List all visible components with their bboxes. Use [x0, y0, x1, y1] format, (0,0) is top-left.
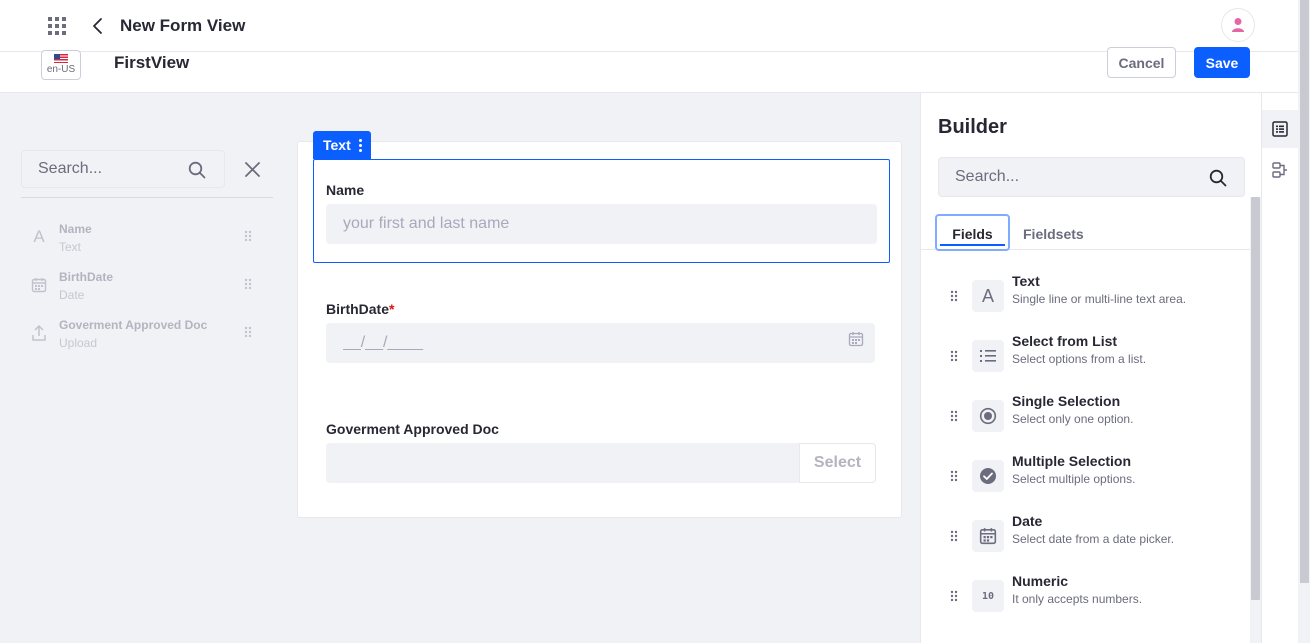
- drag-handle-icon[interactable]: [950, 470, 958, 482]
- page-title: New Form View: [120, 16, 246, 35]
- locale-selector[interactable]: en-US: [41, 50, 81, 80]
- builder-item-name: Multiple Selection: [1012, 453, 1132, 469]
- save-button[interactable]: Save: [1194, 47, 1250, 78]
- builder-scrollbar-thumb[interactable]: [1251, 197, 1260, 600]
- left-field-item-name[interactable]: A Name Text: [21, 222, 271, 262]
- builder-item-numeric[interactable]: 10 Numeric It only accepts numbers.: [921, 573, 1241, 630]
- apps-grid-icon[interactable]: [48, 17, 66, 35]
- builder-item-name: Text: [1012, 273, 1040, 289]
- drag-handle-icon[interactable]: [950, 530, 958, 542]
- text-icon: A: [972, 280, 1004, 312]
- user-icon: [1232, 18, 1244, 32]
- app-bar: New Form View: [0, 0, 1298, 52]
- builder-item-description: Select only one option.: [1012, 412, 1134, 426]
- builder-panel: Builder Fields Fieldsets A Text Single l…: [920, 93, 1261, 643]
- calendar-icon: [31, 276, 47, 294]
- builder-title: Builder: [938, 116, 1007, 138]
- left-field-item-document[interactable]: Goverment Approved Doc Upload: [21, 318, 271, 358]
- cancel-button[interactable]: Cancel: [1107, 47, 1176, 78]
- builder-search-box: [938, 157, 1245, 197]
- document-file-input[interactable]: [326, 443, 800, 483]
- search-icon[interactable]: [188, 161, 206, 179]
- builder-item-description: Single line or multi-line text area.: [1012, 292, 1187, 306]
- field-item-type: Text: [59, 240, 82, 254]
- tab-fieldsets[interactable]: Fieldsets: [1023, 226, 1084, 242]
- search-icon[interactable]: [1209, 169, 1227, 187]
- view-name[interactable]: FirstView: [114, 53, 189, 73]
- builder-item-description: It only accepts numbers.: [1012, 592, 1143, 606]
- birthdate-input[interactable]: [326, 323, 875, 363]
- avatar[interactable]: [1221, 8, 1255, 42]
- field-label-birthdate: BirthDate*: [326, 301, 395, 317]
- calendar-icon[interactable]: [848, 331, 864, 347]
- locale-label: en-US: [46, 64, 76, 75]
- tab-fields[interactable]: Fields: [935, 214, 1010, 251]
- builder-item-multiple-selection[interactable]: Multiple Selection Select multiple optio…: [921, 453, 1241, 510]
- list-icon: [972, 340, 1004, 372]
- divider: [21, 197, 273, 198]
- builder-item-description: Select multiple options.: [1012, 472, 1136, 486]
- kebab-menu-icon[interactable]: [358, 138, 362, 152]
- field-item-label: Goverment Approved Doc: [59, 318, 208, 332]
- builder-item-name: Single Selection: [1012, 393, 1121, 409]
- calendar-icon: [972, 520, 1004, 552]
- selected-field-tag[interactable]: Text: [313, 131, 371, 159]
- field-label-document: Goverment Approved Doc: [326, 421, 499, 437]
- upload-icon: [31, 324, 47, 342]
- field-item-type: Upload: [59, 336, 98, 350]
- drag-handle-icon[interactable]: [244, 278, 252, 290]
- builder-item-name: Select from List: [1012, 333, 1118, 349]
- drag-handle-icon[interactable]: [950, 590, 958, 602]
- builder-toggle-button[interactable]: [1262, 110, 1298, 148]
- field-item-label: BirthDate: [59, 270, 114, 284]
- drag-handle-icon[interactable]: [244, 326, 252, 338]
- field-label-name: Name: [326, 182, 365, 198]
- builder-item-name: Date: [1012, 513, 1043, 529]
- builder-item-date[interactable]: Date Select date from a date picker.: [921, 513, 1241, 570]
- rules-toggle-button[interactable]: [1262, 152, 1298, 188]
- check-circle-icon: [972, 460, 1004, 492]
- text-icon: A: [33, 227, 45, 246]
- builder-item-name: Numeric: [1012, 573, 1069, 589]
- field-item-type: Date: [59, 288, 85, 302]
- builder-item-description: Select options from a list.: [1012, 352, 1147, 366]
- close-icon[interactable]: [244, 161, 261, 178]
- left-search-input[interactable]: [38, 160, 188, 178]
- left-field-item-birthdate[interactable]: BirthDate Date: [21, 270, 271, 310]
- drag-handle-icon[interactable]: [950, 290, 958, 302]
- field-item-label: Name: [59, 222, 92, 236]
- builder-search-input[interactable]: [955, 168, 1195, 186]
- page-scrollbar-thumb[interactable]: [1300, 0, 1309, 583]
- drag-handle-icon[interactable]: [244, 230, 252, 242]
- builder-item-text[interactable]: A Text Single line or multi-line text ar…: [921, 273, 1241, 330]
- builder-item-description: Select date from a date picker.: [1012, 532, 1175, 546]
- required-mark: *: [389, 301, 395, 317]
- form-toolbar: en-US FirstView Cancel Save: [0, 47, 1298, 93]
- field-tag-label: Text: [323, 137, 351, 153]
- numeric-icon: 10: [972, 580, 1004, 612]
- name-input[interactable]: [326, 204, 877, 244]
- form-list-icon: [1272, 121, 1288, 137]
- left-search-box: [21, 150, 225, 188]
- drag-handle-icon[interactable]: [950, 350, 958, 362]
- chevron-left-icon[interactable]: [88, 15, 108, 37]
- select-file-button[interactable]: Select: [799, 443, 876, 483]
- radio-icon: [972, 400, 1004, 432]
- builder-item-select-from-list[interactable]: Select from List Select options from a l…: [921, 333, 1241, 390]
- builder-item-single-selection[interactable]: Single Selection Select only one option.: [921, 393, 1241, 450]
- drag-handle-icon[interactable]: [950, 410, 958, 422]
- rules-icon: [1272, 162, 1287, 178]
- us-flag-icon: [54, 54, 68, 63]
